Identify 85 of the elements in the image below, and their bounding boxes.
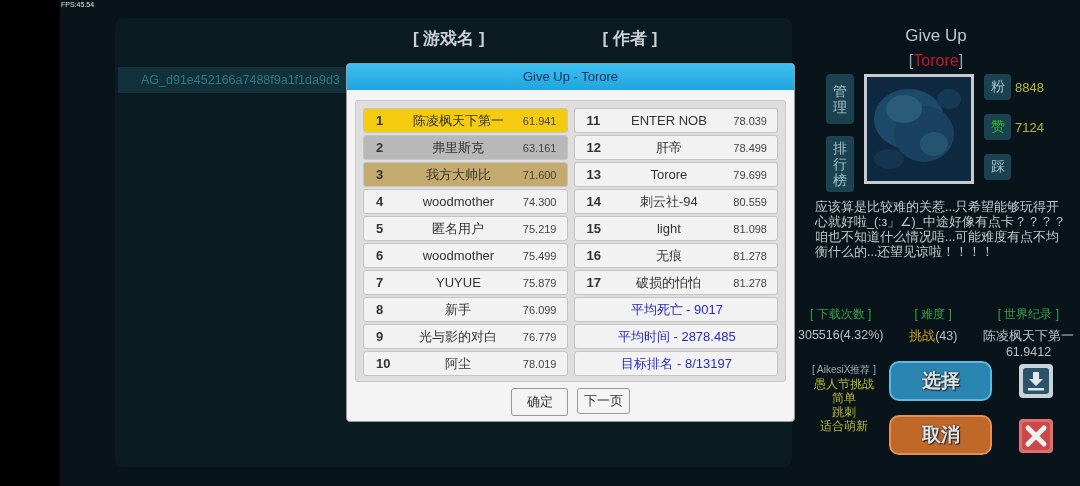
stat-value: 挑战(43) [909, 328, 958, 346]
stat-label: [ 世界纪录 ] [997, 306, 1060, 324]
counter-value: 7124 [1015, 119, 1044, 135]
column-header: [ 游戏名 ] [413, 27, 485, 50]
player-name: 光与影的对白 [418, 327, 499, 346]
rank-number: 10 [376, 356, 392, 371]
dialog-button[interactable]: 下一页 [577, 388, 630, 414]
player-time: 76.099 [522, 303, 557, 316]
record-holder: 陈凌枫天下第一 [983, 328, 1074, 346]
rank-number: 8 [376, 302, 385, 317]
recommend-tag: 简单 [832, 391, 856, 406]
rank-number: 11 [586, 113, 602, 128]
player-time: 81.098 [733, 222, 767, 235]
player-time: 81.278 [733, 249, 767, 262]
player-time: 78.019 [522, 357, 557, 370]
player-name: 新手 [444, 300, 473, 319]
player-time: 78.499 [733, 141, 767, 154]
download-icon[interactable] [1018, 363, 1054, 400]
player-time: 75.499 [522, 249, 557, 262]
rank-number: 9 [376, 329, 385, 344]
player-name: light [656, 221, 682, 236]
rank-number: 17 [586, 275, 602, 290]
player-name: 刺云社-94 [639, 192, 699, 211]
rank-number: 13 [586, 167, 602, 182]
stat-label: [ 难度 ] [914, 306, 952, 324]
rank-number: 4 [376, 194, 385, 209]
counter-button[interactable]: 粉 [984, 74, 1011, 100]
select-button[interactable]: 选择 [889, 361, 992, 402]
cancel-button[interactable]: 取消 [889, 415, 992, 456]
rank-number: 7 [376, 275, 385, 290]
rank-number: 6 [376, 248, 385, 263]
close-icon[interactable] [1018, 418, 1054, 455]
player-name: 无痕 [654, 246, 683, 265]
record-time: 61.9412 [1005, 345, 1052, 360]
player-name: 我方大帅比 [424, 165, 492, 184]
player-name: 肝帝 [654, 138, 683, 157]
recommend-tag: 愚人节挑战 [814, 377, 874, 392]
player-name: woodmother [421, 248, 496, 263]
rank-number: 5 [376, 221, 385, 236]
player-name: Torore [649, 167, 689, 182]
stat-label: [ 下载次数 ] [810, 306, 872, 324]
summary-row: 平均死亡 - 9017 [573, 297, 778, 322]
author-name: [Torore] [908, 52, 964, 70]
player-time: 75.219 [522, 222, 557, 235]
summary-row: 目标排名 - 8/13197 [573, 351, 778, 376]
rank-number: 12 [586, 140, 602, 155]
recommend-tag: 适合萌新 [820, 419, 868, 434]
side-button[interactable]: 管理 [826, 74, 854, 124]
player-name: 阿尘 [444, 354, 473, 373]
player-name: 匿名用户 [431, 219, 486, 238]
player-time: 76.779 [522, 330, 557, 343]
side-button[interactable]: 排行榜 [826, 136, 854, 193]
player-time: 79.699 [733, 168, 767, 181]
player-time: 61.941 [522, 114, 557, 127]
level-title: Give Up [905, 26, 967, 46]
player-time: 74.300 [522, 195, 557, 208]
player-name: YUYUE [435, 275, 482, 290]
column-header: [ 作者 ] [601, 27, 659, 50]
rank-number: 3 [376, 167, 385, 182]
player-name: 陈凌枫天下第一 [411, 111, 505, 130]
dialog-button[interactable]: 确定 [511, 388, 568, 416]
rank-number: 1 [376, 113, 385, 128]
stat-value: 305516(4.32%) [798, 328, 884, 343]
recommend-label: [ AikesiX推荐 ] [812, 363, 876, 378]
player-time: 75.879 [522, 276, 557, 289]
player-time: 78.039 [733, 114, 767, 127]
player-name: 破损的怕怕 [635, 273, 703, 292]
player-time: 80.559 [733, 195, 767, 208]
player-time: 63.161 [522, 141, 557, 154]
rank-number: 14 [586, 194, 602, 209]
recommend-tag: 跳刺 [832, 405, 856, 420]
counter-button[interactable]: 踩 [984, 154, 1011, 180]
player-name: woodmother [421, 194, 496, 209]
player-time: 81.278 [733, 276, 767, 289]
summary-row: 平均时间 - 2878.485 [573, 324, 778, 349]
counter-value: 8848 [1015, 79, 1044, 95]
rank-number: 16 [586, 248, 602, 263]
player-name: ENTER NOB [630, 113, 708, 128]
rank-number: 15 [586, 221, 602, 236]
player-time: 71.600 [522, 168, 557, 181]
dialog-title: Give Up - Torore [347, 64, 794, 90]
counter-button[interactable]: 赞 [984, 114, 1011, 140]
level-description: 应该算是比较难的关惹...只希望能够玩得开心就好啦_(:з」∠)_中途好像有点卡？？？？咱也不知道什么情况唔...可能难度有点不均衡什么的...还望见谅啦！！！！ [815, 200, 1067, 261]
rank-number: 2 [376, 140, 385, 155]
player-name: 弗里斯克 [431, 138, 486, 157]
